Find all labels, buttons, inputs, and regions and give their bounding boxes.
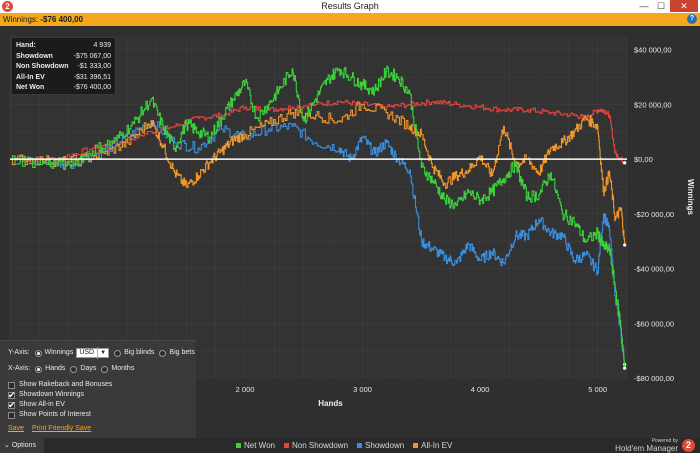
y-axis-label: Winnings (686, 179, 695, 215)
currency-select[interactable]: USD ▼ (76, 347, 110, 359)
xaxis-label: X-Axis: (8, 365, 31, 372)
tooltip-value: -$31 396,51 (73, 73, 111, 81)
xaxis-radio-months[interactable] (101, 365, 109, 373)
legend-item-non-showdown[interactable]: Non Showdown (283, 441, 349, 450)
chevron-down-icon: ▼ (97, 347, 106, 359)
tooltip-key: Net Won (16, 84, 45, 91)
legend-item-net-won[interactable]: Net Won (236, 441, 275, 450)
xaxis-radio-hands[interactable] (35, 365, 43, 373)
results-graph-window: 2 Results Graph — ☐ ✕ Winnings: -$76 400… (0, 0, 700, 453)
tooltip-value: -$76 400,00 (73, 84, 111, 91)
yaxis-radio-big-blinds[interactable] (114, 349, 122, 357)
x-axis-label: Hands (318, 399, 343, 408)
winnings-label: Winnings: (3, 15, 39, 24)
hover-tooltip: Hand: 4 939 Showdown -$75 067,00 Non Showdow… (11, 37, 116, 95)
yaxis-option-big-blinds[interactable]: Big blinds (124, 347, 154, 359)
poi-checkbox[interactable] (8, 411, 15, 419)
save-link[interactable]: Save (8, 423, 24, 435)
xaxis-option-months[interactable]: Months (111, 363, 134, 375)
print-friendly-save-link[interactable]: Print Friendly Save (32, 423, 91, 435)
yaxis-option-winnings[interactable]: Winnings (45, 347, 74, 359)
y-tick-label: $20 000,00 (634, 100, 672, 109)
legend-label: Net Won (244, 441, 275, 450)
legend-item-showdown[interactable]: Showdown (357, 441, 404, 450)
x-tick-label: 3 000 (353, 385, 372, 394)
x-tick-label: 2 000 (236, 385, 255, 394)
x-tick-label: 4 000 (471, 385, 490, 394)
xaxis-option-hands[interactable]: Hands (45, 363, 65, 375)
poi-label[interactable]: Show Points of Interest (19, 409, 91, 421)
xaxis-radio-days[interactable] (70, 365, 78, 373)
tooltip-row: Net Won -$76 400,00 (16, 83, 111, 94)
allin-ev-checkbox[interactable] (8, 399, 16, 411)
legend-label: Non Showdown (291, 441, 349, 450)
legend-swatch (236, 443, 241, 448)
brand-name: Hold'em Manager (615, 444, 678, 453)
options-tab[interactable]: ⌄ Options (0, 438, 44, 453)
minimize-button[interactable]: — (636, 0, 652, 12)
help-icon[interactable]: ? (687, 14, 697, 24)
bottom-bar: ⌄ Options Net Won Non Showdown Showdown All… (0, 438, 700, 453)
legend-swatch (283, 443, 289, 448)
y-tick-label: -$20 000,00 (634, 210, 674, 219)
tooltip-row: All-In EV -$31 396,51 (16, 73, 111, 84)
series-endpoint-net-won (623, 366, 627, 370)
legend-item-all-in-ev[interactable]: All-In EV (413, 441, 452, 450)
legend-label: All-In EV (421, 441, 453, 450)
powered-by: Powered by Hold'em Manager (615, 438, 678, 453)
maximize-button[interactable]: ☐ (653, 0, 669, 12)
y-tick-label: $40 000,00 (634, 46, 672, 55)
winnings-summary-bar: Winnings: -$76 400,00 ? (0, 13, 700, 26)
brand-logo-icon: 2 (682, 439, 695, 452)
chevron-down-icon: ⌄ (4, 442, 10, 449)
chart-legend: Net Won Non Showdown Showdown All-In EV (236, 438, 461, 453)
tooltip-row: Non Showdown -$1 333,00 (16, 62, 111, 73)
rakeback-checkbox[interactable] (8, 381, 15, 389)
tooltip-row: Showdown -$75 067,00 (16, 52, 111, 63)
series-endpoint-non-showdown (623, 161, 627, 165)
xaxis-row: X-Axis: Hands Days Months (8, 363, 134, 375)
legend-swatch (357, 443, 363, 448)
tooltip-key: Hand: (16, 42, 36, 49)
tooltip-row: Hand: 4 939 (16, 41, 111, 52)
y-tick-label: -$60 000,00 (634, 319, 674, 328)
tooltip-value: 4 939 (93, 42, 111, 49)
options-tab-label: Options (11, 442, 36, 449)
y-tick-label: -$80 000,00 (634, 374, 674, 383)
yaxis-option-big-bets[interactable]: Big bets (169, 347, 194, 359)
showdown-checkbox[interactable] (8, 389, 16, 401)
series-endpoint-all-in-ev (623, 243, 627, 247)
x-tick-label: 5 000 (588, 385, 607, 394)
tooltip-key: All-In EV (16, 73, 45, 81)
yaxis-radio-winnings[interactable] (34, 349, 42, 357)
yaxis-radio-big-bets[interactable] (159, 349, 167, 357)
legend-label: Showdown (365, 441, 405, 450)
yaxis-label: Y-Axis: (8, 349, 30, 356)
tooltip-key: Showdown (16, 52, 53, 60)
legend-swatch (413, 443, 419, 448)
title-bar[interactable]: 2 Results Graph — ☐ ✕ (0, 0, 700, 13)
close-button[interactable]: ✕ (670, 0, 698, 12)
options-panel: Y-Axis: Winnings USD ▼ Big blinds Big be… (0, 340, 196, 438)
y-tick-label: $0,00 (634, 155, 653, 164)
currency-value: USD (79, 349, 95, 356)
check-poi-row[interactable]: Show Points of Interest (8, 409, 91, 421)
tooltip-value: -$75 067,00 (73, 52, 111, 60)
yaxis-row: Y-Axis: Winnings USD ▼ Big blinds Big be… (8, 347, 195, 359)
y-tick-label: -$40 000,00 (634, 265, 674, 274)
tooltip-key: Non Showdown (16, 63, 69, 70)
winnings-value: -$76 400,00 (40, 15, 84, 24)
save-links-row: Save Print Friendly Save (8, 423, 99, 435)
xaxis-option-days[interactable]: Days (80, 363, 96, 375)
window-title: Results Graph (321, 1, 379, 11)
tooltip-value: -$1 333,00 (77, 63, 111, 70)
